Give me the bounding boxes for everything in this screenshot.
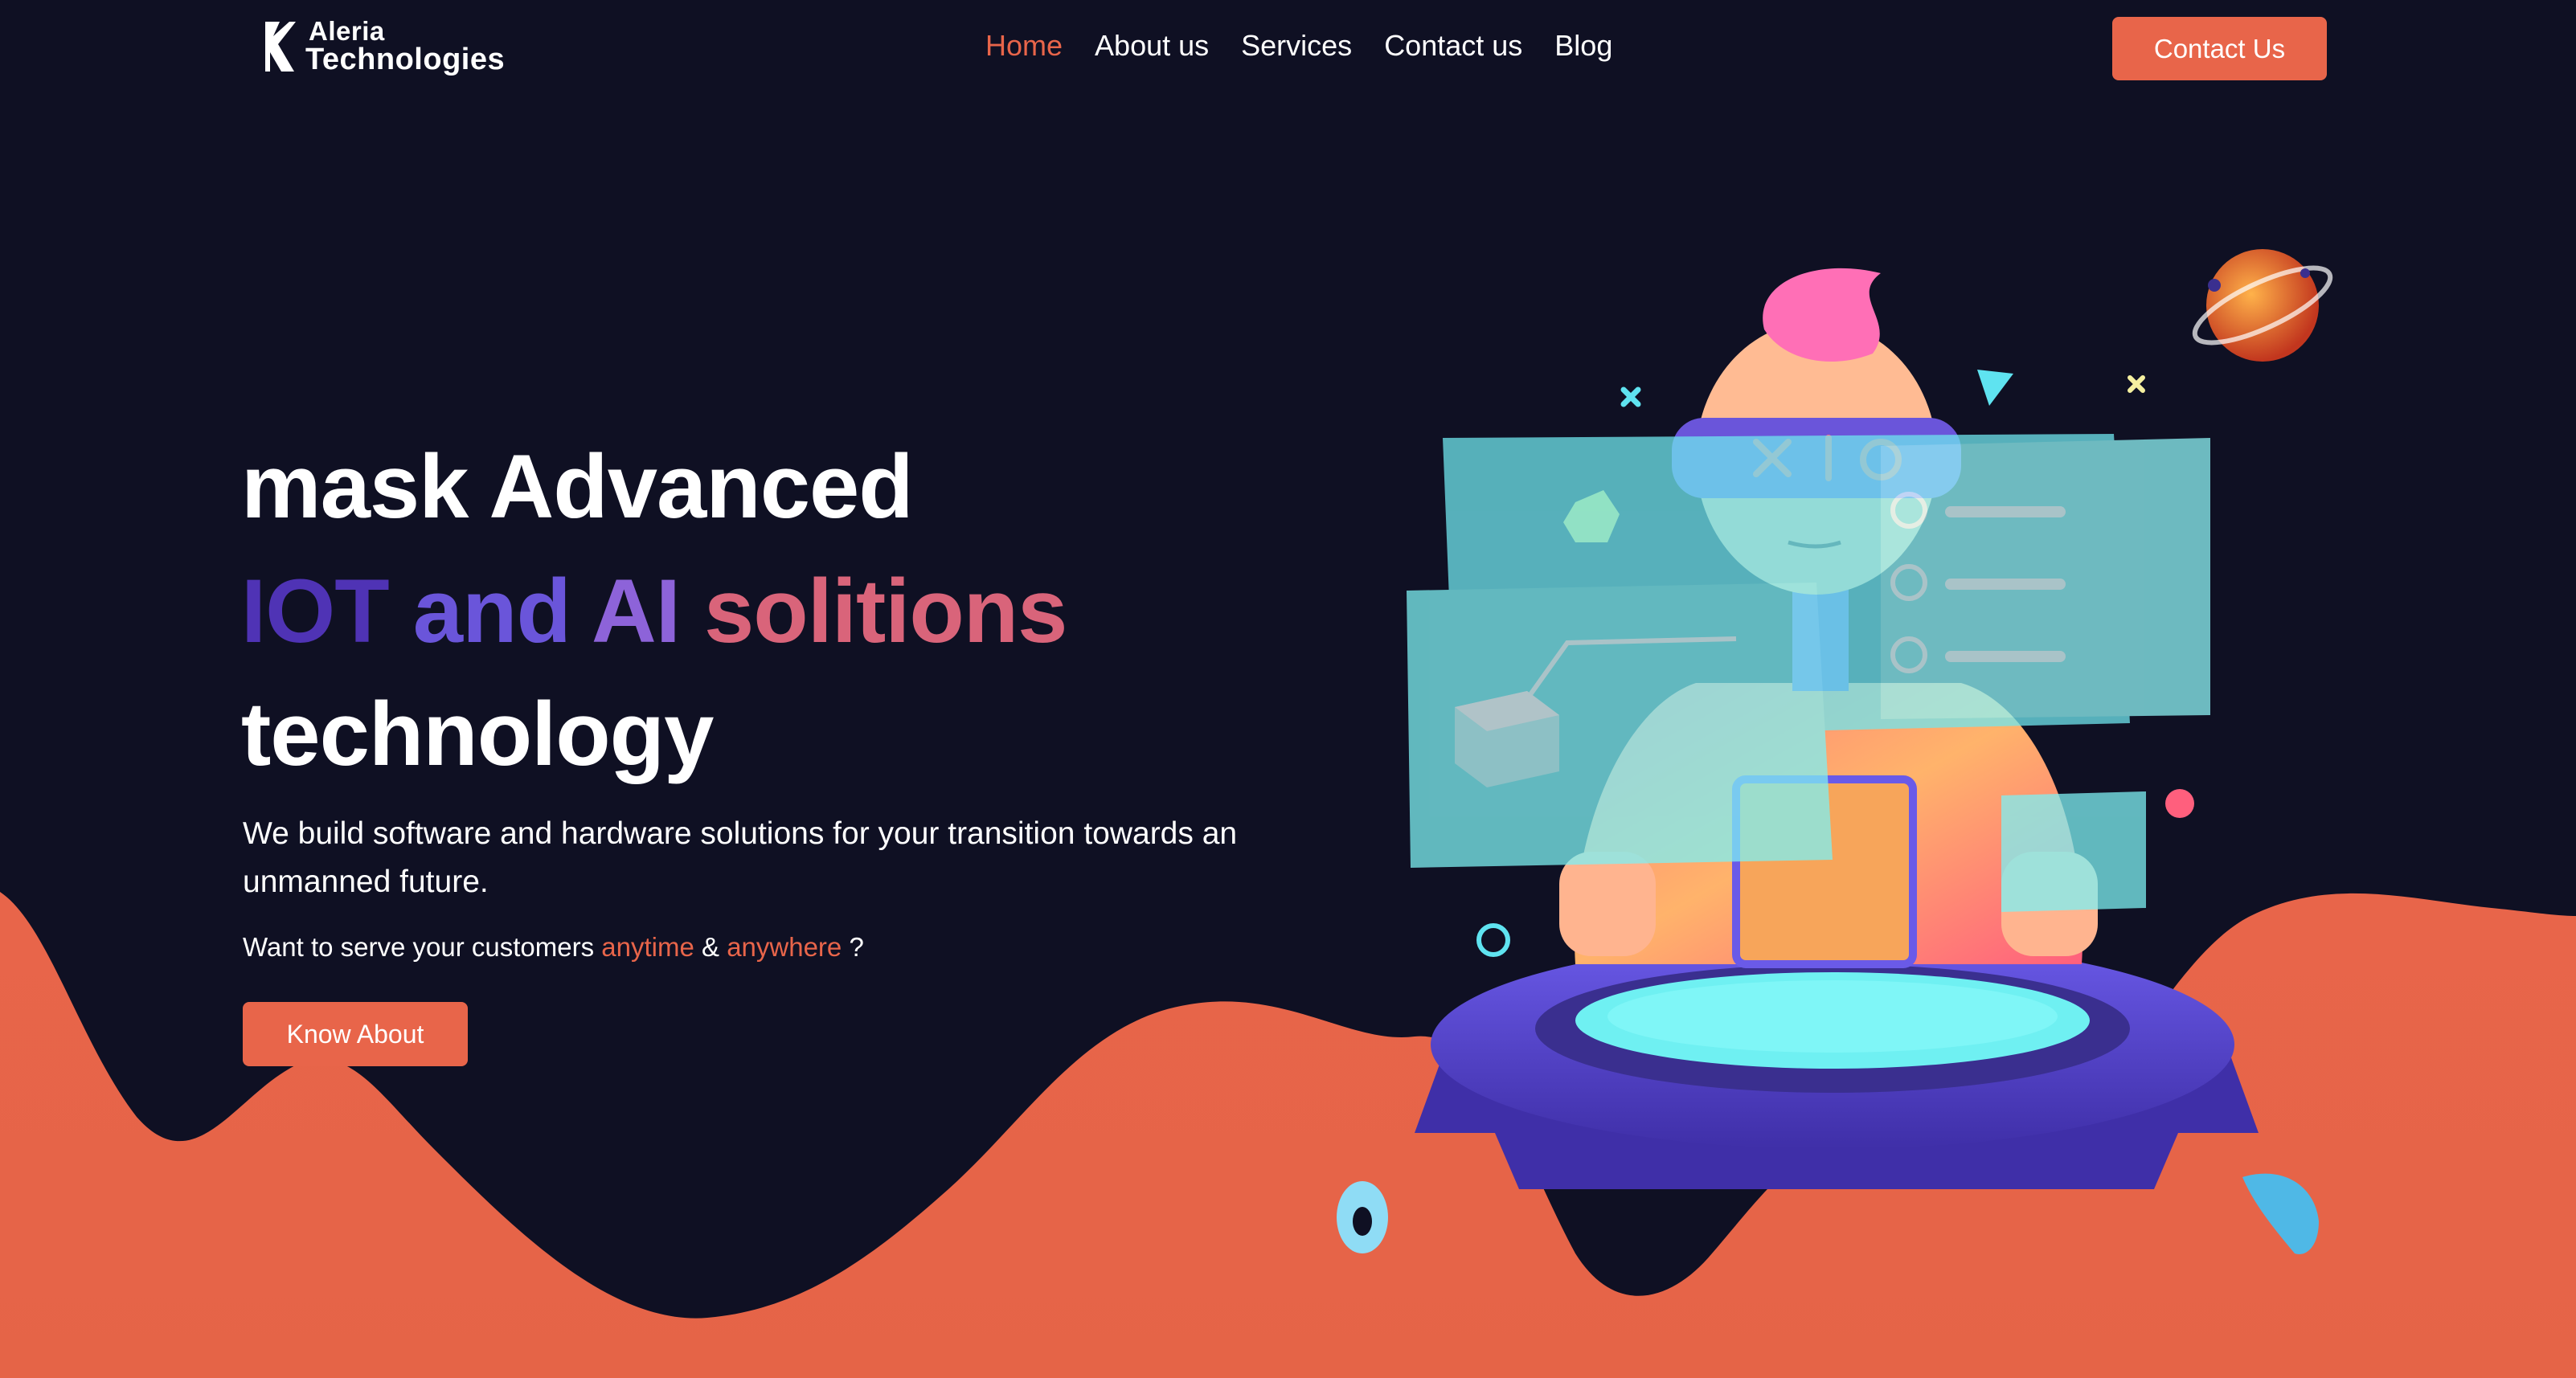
nav-home[interactable]: Home — [985, 29, 1063, 63]
hero-title-word-solitions: solitions — [704, 561, 1067, 661]
hero-description: We build software and hardware solutions… — [243, 816, 1238, 899]
hero-title-line3: technology — [241, 684, 714, 784]
hero-question: Want to serve your customers anytime & a… — [243, 932, 864, 963]
nav-about-us[interactable]: About us — [1095, 29, 1209, 63]
page: Aleria Technologies Home About us Servic… — [0, 0, 2576, 1378]
hero-title-word-iot: IOT — [241, 561, 390, 661]
hero-title-line2: IOT and AI solitions — [241, 566, 1067, 656]
hologram-panels — [1407, 434, 2210, 912]
hero-title-word-ai: AI — [591, 561, 681, 661]
logo-mark-icon — [265, 21, 296, 72]
question-prefix: Want to serve your customers — [243, 932, 595, 962]
logo-line2: Technologies — [305, 43, 506, 76]
robot-illustration — [1337, 249, 2333, 1254]
floating-torus — [1337, 1181, 1388, 1253]
contact-us-button[interactable]: Contact Us — [2112, 17, 2327, 80]
question-amp: & — [702, 932, 720, 962]
hero-title-line1: mask Advanced — [241, 436, 914, 537]
logo-line1: Aleria — [309, 16, 385, 46]
question-anywhere: anywhere — [727, 932, 842, 962]
question-suffix: ? — [849, 932, 864, 962]
main-nav: Home About us Services Contact us Blog — [985, 29, 1612, 63]
planet-icon — [2192, 249, 2333, 362]
know-about-button[interactable]: Know About — [243, 1002, 468, 1066]
hero-title-word-and: and — [412, 561, 571, 661]
nav-services[interactable]: Services — [1241, 29, 1352, 63]
nav-blog[interactable]: Blog — [1554, 29, 1612, 63]
platform — [1415, 940, 2259, 1189]
floating-gem — [2242, 1173, 2319, 1254]
logo[interactable]: Aleria Technologies — [262, 18, 505, 75]
question-anytime: anytime — [601, 932, 694, 962]
logo-text: Aleria Technologies — [305, 18, 505, 75]
nav-contact-us[interactable]: Contact us — [1384, 29, 1522, 63]
